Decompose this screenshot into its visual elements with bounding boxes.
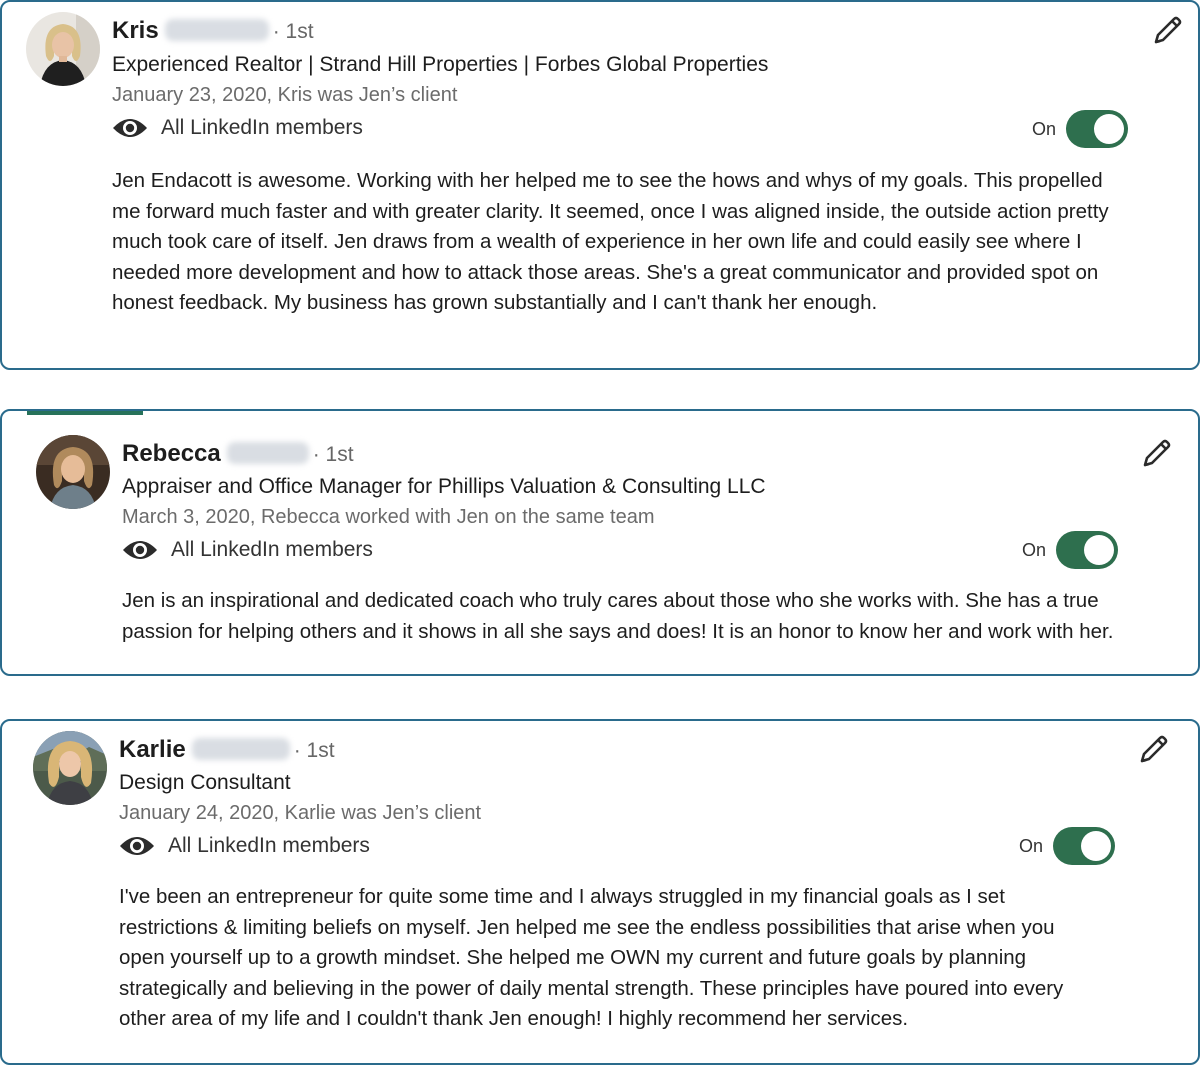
visibility-row: All LinkedIn members [119, 834, 370, 858]
recommendation-relation: January 23, 2020, Kris was Jen’s client [112, 84, 458, 106]
blurred-last-name [164, 19, 269, 41]
member-first-name[interactable]: Kris [112, 17, 159, 45]
visibility-label: All LinkedIn members [168, 834, 370, 857]
focus-accent-bar [27, 411, 143, 415]
toggle-label: On [1032, 118, 1057, 139]
recommendation-text: Jen is an inspirational and dedicated co… [122, 589, 1114, 643]
avatar[interactable] [36, 435, 110, 509]
toggle-knob [1094, 114, 1125, 144]
toggle-label: On [1019, 835, 1044, 856]
visibility-toggle[interactable] [1056, 531, 1119, 569]
recommendation-card-kris: Kris · 1st Experienced Realtor | Strand … [0, 0, 1200, 370]
pencil-icon[interactable] [1139, 437, 1173, 471]
visibility-toggle[interactable] [1066, 110, 1129, 148]
member-headline: Appraiser and Office Manager for Phillip… [122, 475, 766, 498]
visibility-label: All LinkedIn members [161, 116, 363, 139]
eye-icon [123, 541, 157, 559]
pencil-icon[interactable] [1136, 733, 1170, 767]
pencil-icon[interactable] [1150, 14, 1184, 48]
visibility-toggle[interactable] [1053, 827, 1116, 865]
toggle-knob [1084, 535, 1115, 565]
blurred-last-name [191, 738, 290, 760]
profile-photo-karlie [33, 731, 107, 805]
blurred-last-name [226, 442, 309, 464]
eye-icon [113, 119, 147, 137]
member-name-row: Kris · 1st [112, 16, 314, 45]
member-first-name[interactable]: Karlie [119, 736, 186, 764]
member-headline: Experienced Realtor | Strand Hill Proper… [112, 53, 769, 76]
visibility-label: All LinkedIn members [171, 538, 373, 561]
toggle-knob [1081, 831, 1112, 861]
connection-degree: · 1st [293, 739, 335, 762]
recommendation-text: Jen Endacott is awesome. Working with he… [112, 169, 1109, 314]
member-first-name[interactable]: Rebecca [122, 440, 221, 468]
visibility-toggle-wrap: On [1032, 110, 1129, 148]
avatar[interactable] [26, 12, 100, 86]
avatar[interactable] [33, 731, 107, 805]
visibility-toggle-wrap: On [1019, 827, 1116, 865]
recommendation-text: I've been an entrepreneur for quite some… [119, 885, 1064, 1030]
recommendation-relation: March 3, 2020, Rebecca worked with Jen o… [122, 506, 655, 528]
connection-degree: · 1st [312, 443, 354, 466]
eye-icon [120, 837, 154, 855]
visibility-toggle-wrap: On [1022, 531, 1119, 569]
recommendation-card-karlie: Karlie · 1st Design Consultant January 2… [0, 719, 1200, 1065]
visibility-row: All LinkedIn members [112, 116, 363, 140]
member-name-row: Karlie · 1st [119, 735, 335, 764]
visibility-row: All LinkedIn members [122, 538, 373, 562]
profile-photo-rebecca [36, 435, 110, 509]
recommendation-card-rebecca: Rebecca · 1st Appraiser and Office Manag… [0, 409, 1200, 676]
connection-degree: · 1st [272, 20, 314, 43]
recommendation-relation: January 24, 2020, Karlie was Jen’s clien… [119, 802, 482, 824]
member-headline: Design Consultant [119, 771, 291, 794]
member-name-row: Rebecca · 1st [122, 439, 354, 468]
toggle-label: On [1022, 539, 1047, 560]
profile-photo-kris [26, 12, 100, 86]
